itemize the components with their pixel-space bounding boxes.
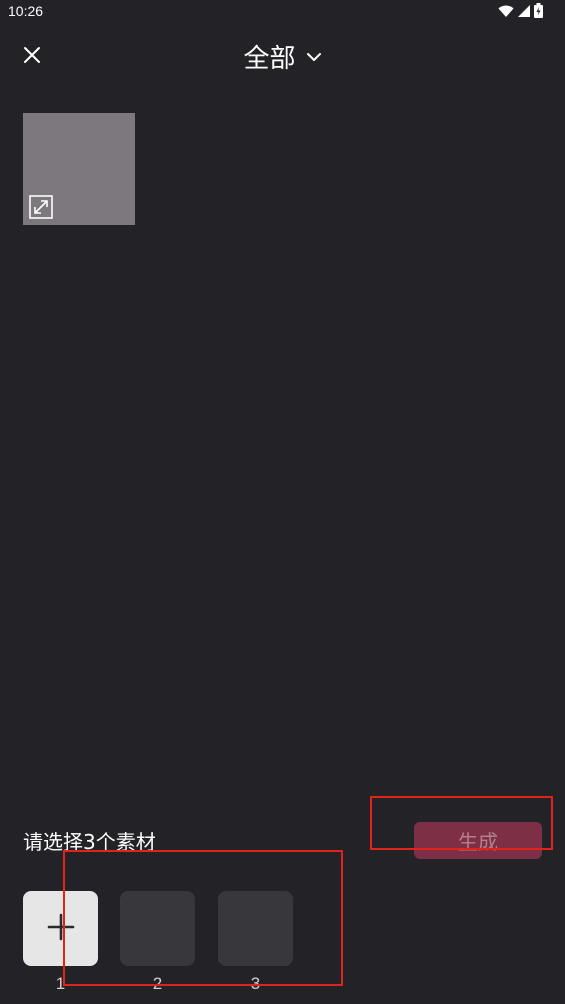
signal-icon	[517, 3, 531, 22]
media-slot-2[interactable]	[120, 891, 195, 966]
wifi-icon	[498, 3, 514, 22]
expand-icon[interactable]	[29, 195, 53, 219]
plus-icon	[47, 913, 75, 945]
album-selector[interactable]: 全部	[0, 38, 565, 75]
battery-icon	[534, 3, 543, 22]
status-icons	[498, 3, 543, 22]
media-thumbnail[interactable]	[23, 113, 135, 225]
page-title: 全部	[243, 44, 296, 74]
add-media-slot[interactable]	[23, 891, 98, 966]
chevron-down-icon	[306, 47, 322, 66]
header: 全部	[0, 30, 565, 86]
media-slot-3[interactable]	[218, 891, 293, 966]
generate-button[interactable]: 生成	[414, 822, 542, 859]
slot-label-1: 1	[55, 974, 66, 993]
status-time: 10:26	[8, 3, 44, 19]
annotation-box-slots	[63, 850, 343, 986]
slot-label-2: 2	[152, 974, 163, 993]
status-bar: 10:26	[0, 0, 565, 24]
selection-prompt: 请选择3个素材	[23, 830, 156, 854]
slot-label-3: 3	[250, 974, 261, 993]
